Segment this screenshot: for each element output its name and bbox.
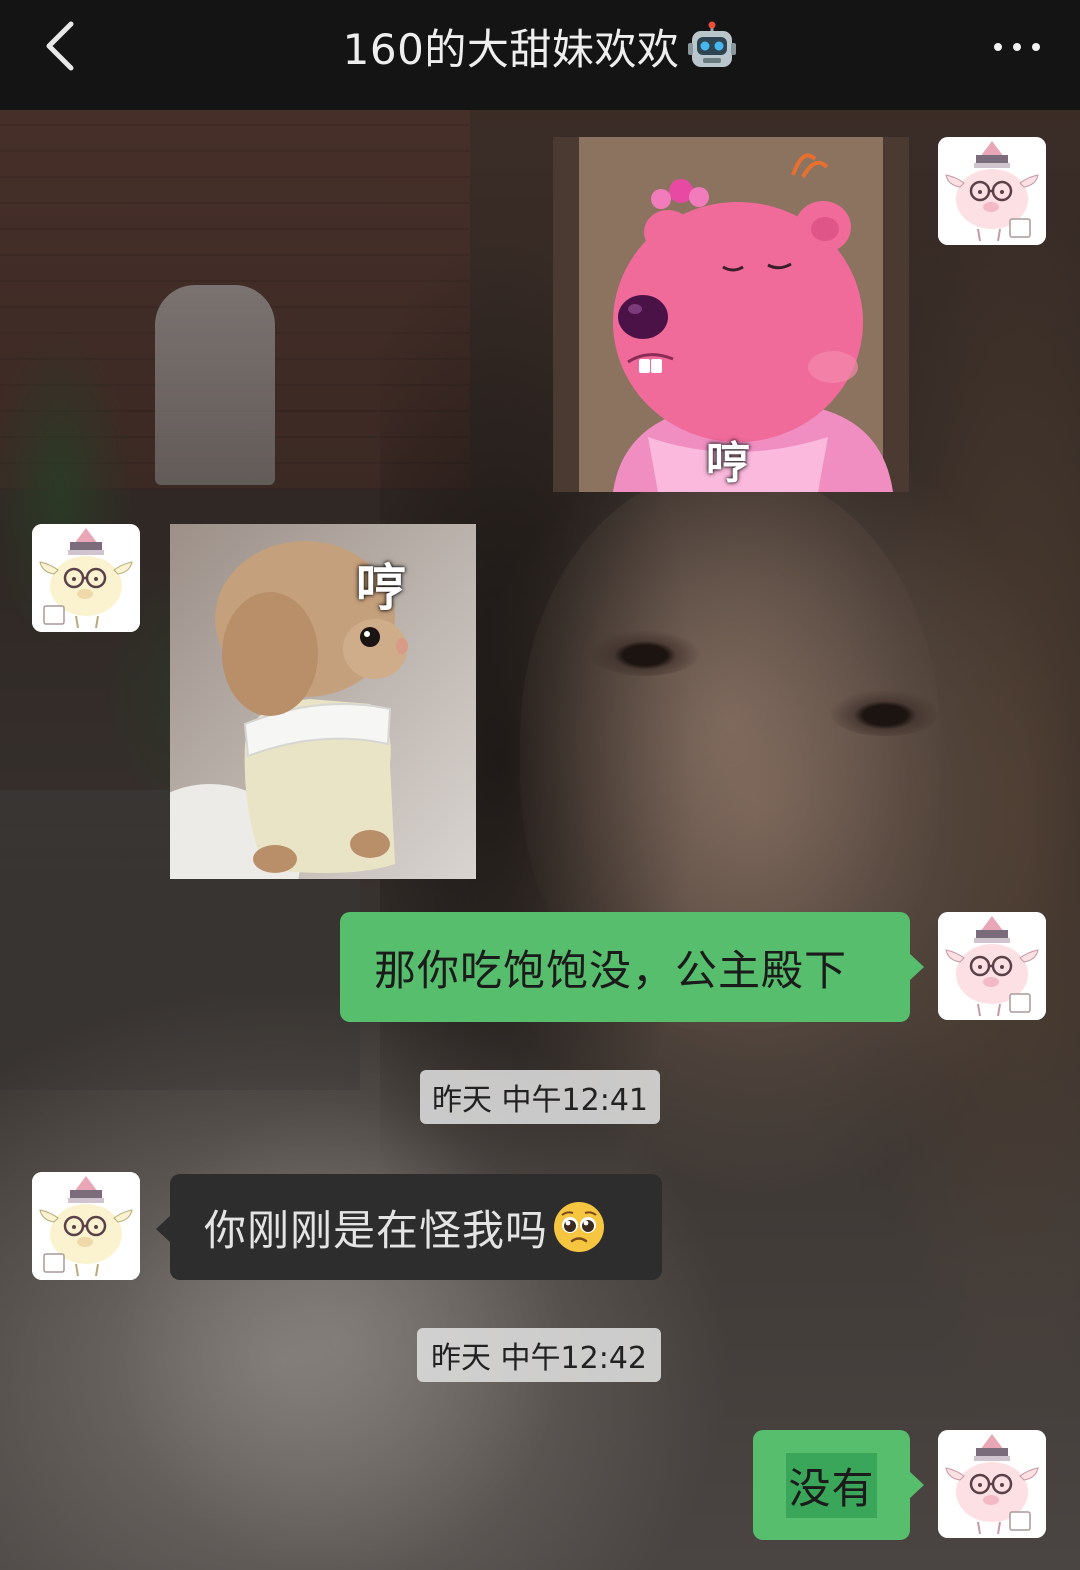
pleading-face-emoji — [554, 1202, 605, 1252]
message-bubble-mine[interactable]: 那你吃饱饱没，公主殿下 — [340, 912, 924, 1022]
message-text: 你刚刚是在怪我吗 — [204, 1205, 549, 1255]
avatar-pig-icon — [938, 137, 1046, 245]
more-horizontal-icon — [994, 43, 1040, 51]
chat-header: 160的大甜妹欢欢 — [0, 0, 1080, 110]
robot-icon — [688, 21, 737, 67]
my-avatar[interactable] — [938, 1430, 1046, 1538]
message-list: 哼 哼 那你吃饱饱没，公主殿下 昨天 中午12:41 你刚刚是在怪我吗 昨天 中… — [0, 0, 1080, 1570]
message-bubble-theirs[interactable]: 你刚刚是在怪我吗 — [156, 1174, 662, 1280]
avatar-pig-icon — [32, 524, 140, 632]
message-timestamp: 昨天 中午12:42 — [417, 1328, 661, 1382]
sticker-caption: 哼 — [356, 559, 406, 617]
plush-puppy-sticker[interactable]: 哼 — [170, 524, 476, 879]
my-avatar[interactable] — [938, 137, 1046, 245]
avatar-pig-icon — [938, 1430, 1046, 1538]
message-timestamp: 昨天 中午12:41 — [420, 1070, 660, 1124]
message-bubble-mine[interactable]: 没有 — [753, 1430, 924, 1540]
back-button[interactable] — [30, 14, 90, 78]
pink-beaver-sticker[interactable]: 哼 — [553, 137, 909, 492]
more-options-button[interactable] — [950, 22, 1040, 72]
chevron-left-icon — [46, 21, 74, 71]
contact-avatar[interactable] — [32, 1172, 140, 1280]
contact-avatar[interactable] — [32, 524, 140, 632]
message-text: 没有 — [786, 1452, 877, 1518]
chat-title-area[interactable]: 160的大甜妹欢欢 — [200, 14, 880, 78]
chat-title: 160的大甜妹欢欢 — [342, 24, 680, 74]
my-avatar[interactable] — [938, 912, 1046, 1020]
avatar-pig-icon — [938, 912, 1046, 1020]
avatar-pig-icon — [32, 1172, 140, 1280]
message-text: 那你吃饱饱没，公主殿下 — [374, 945, 848, 995]
sticker-caption: 哼 — [706, 438, 750, 489]
